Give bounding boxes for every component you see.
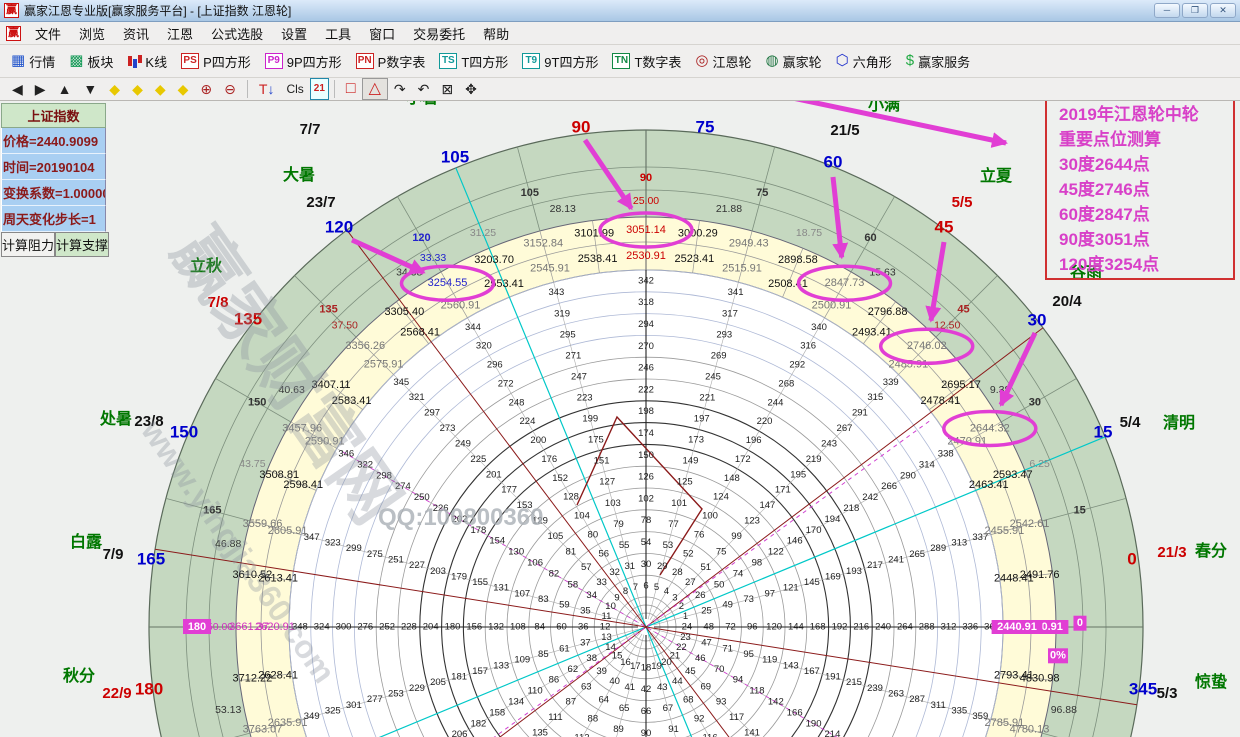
toolbar-label: 江恩轮 — [713, 52, 752, 71]
t-table-icon: TN — [612, 53, 630, 69]
toolbar-label: 赢家轮 — [783, 52, 822, 71]
menu-item-1[interactable]: 浏览 — [70, 22, 114, 45]
diam-left-icon[interactable]: ◆ — [103, 79, 126, 99]
toolbar-label: P数字表 — [378, 52, 426, 71]
toolbar-label: 赢家服务 — [918, 52, 970, 71]
service-icon: $ — [906, 53, 914, 69]
toolbar-label: P四方形 — [203, 52, 251, 71]
kline-icon — [127, 54, 141, 69]
back-icon[interactable]: ◀ — [6, 79, 29, 99]
main-toolbar: ▦行情▩板块K线PSP四方形P99P四方形PNP数字表TST四方形T99T四方形… — [0, 45, 1240, 78]
info-row-0: 价格=2440.9099 — [1, 128, 106, 154]
toolbar-separator — [334, 80, 335, 98]
diam-right-icon[interactable]: ◆ — [126, 79, 149, 99]
menu-item-6[interactable]: 工具 — [316, 22, 360, 45]
up-icon[interactable]: ▲ — [52, 79, 78, 99]
zoom-out-icon[interactable]: ⊖ — [218, 79, 242, 99]
window-controls: ─ ❐ ✕ — [1154, 3, 1236, 18]
toolbar-label: 行情 — [29, 52, 55, 71]
select-box-icon[interactable]: ⊠ — [435, 79, 459, 99]
info-row-2: 变换系数=1.00000 — [1, 180, 106, 206]
toolbar-button-grid[interactable]: ▦行情 — [4, 49, 62, 74]
toolbar-button-t-square[interactable]: TST四方形 — [432, 49, 515, 74]
gann-wheel-icon: ◎ — [695, 53, 708, 69]
annotation-line-0: 2019年江恩轮中轮 — [1059, 102, 1233, 127]
annotation-line-1: 重要点位测算 — [1059, 127, 1233, 152]
menu-item-0[interactable]: 文件 — [26, 22, 70, 45]
window-title: 赢家江恩专业版[赢家服务平台] - [上证指数 江恩轮] — [24, 2, 291, 19]
toolbar-label: T四方形 — [461, 52, 508, 71]
toolbar-button-p-square[interactable]: PSP四方形 — [174, 49, 258, 74]
toolbar-button-blocks[interactable]: ▩板块 — [62, 49, 120, 74]
calc-resistance-button[interactable]: 计算阻力 — [1, 232, 55, 257]
toolbar-button-t-table[interactable]: TNT数字表 — [605, 49, 688, 74]
diam-up-icon[interactable]: ◆ — [149, 79, 172, 99]
calc-support-button[interactable]: 计算支撑 — [55, 232, 109, 257]
menu-item-5[interactable]: 设置 — [272, 22, 316, 45]
p-table-icon: PN — [356, 53, 374, 69]
app-logo-small: 赢 — [6, 26, 21, 41]
diam-down-icon[interactable]: ◆ — [172, 79, 195, 99]
9p-square-icon: P9 — [265, 53, 283, 69]
toolbar-label: 9T四方形 — [544, 52, 598, 71]
menu-item-2[interactable]: 资讯 — [114, 22, 158, 45]
triangle-tool-icon[interactable]: △ — [362, 78, 388, 100]
t-square-icon: TS — [439, 53, 457, 69]
info-row-3: 周天变化步长=1 — [1, 206, 106, 232]
toolbar-separator — [247, 80, 248, 98]
instrument-name: 上证指数 — [1, 103, 106, 128]
move-tool-icon[interactable]: ✥ — [459, 79, 483, 99]
toolbar-button-hexagon[interactable]: ⬡六角形 — [829, 49, 899, 74]
toolbar-button-kline[interactable]: K线 — [120, 49, 174, 74]
annotation-line-6: 120度3254点 — [1059, 252, 1233, 277]
blocks-icon: ▩ — [69, 53, 83, 69]
toolbar-label: 9P四方形 — [287, 52, 342, 71]
title-bar: 赢 赢家江恩专业版[赢家服务平台] - [上证指数 江恩轮] ─ ❐ ✕ — [0, 0, 1240, 22]
toolbar-button-p-table[interactable]: PNP数字表 — [349, 49, 433, 74]
annotation-line-5: 90度3051点 — [1059, 227, 1233, 252]
instrument-info-panel: 上证指数 价格=2440.9099时间=20190104变换系数=1.00000… — [1, 103, 106, 257]
annotation-box: 2019年江恩轮中轮重要点位测算30度2644点45度2746点60度2847点… — [1045, 88, 1235, 280]
info-row-1: 时间=20190104 — [1, 154, 106, 180]
toolbar-button-9p-square[interactable]: P99P四方形 — [258, 49, 349, 74]
cls-icon[interactable]: Cls — [280, 79, 309, 99]
menu-bar: 赢 文件浏览资讯江恩公式选股设置工具窗口交易委托帮助 — [0, 22, 1240, 45]
toolbar-button-winner-wheel[interactable]: ◍赢家轮 — [759, 49, 829, 74]
close-button[interactable]: ✕ — [1210, 3, 1236, 18]
grid-icon: ▦ — [11, 53, 25, 69]
rect-tool-icon[interactable]: □ — [340, 79, 362, 99]
p-square-icon: PS — [181, 53, 199, 69]
toolbar-label: 板块 — [87, 52, 113, 71]
t-arrow-icon[interactable]: T↓ — [253, 79, 281, 99]
winner-wheel-icon: ◍ — [766, 53, 779, 69]
annotation-line-2: 30度2644点 — [1059, 152, 1233, 177]
toolbar-button-gann-wheel[interactable]: ◎ 江恩轮 — [688, 49, 758, 74]
calendar-icon[interactable]: 21 — [310, 78, 329, 100]
toolbar-button-service[interactable]: $赢家服务 — [899, 49, 977, 74]
toolbar-button-9t-square[interactable]: T99T四方形 — [515, 49, 605, 74]
menu-item-4[interactable]: 公式选股 — [202, 22, 272, 45]
menu-item-8[interactable]: 交易委托 — [404, 22, 474, 45]
rotate-cw-icon[interactable]: ↷ — [388, 79, 412, 99]
9t-square-icon: T9 — [522, 53, 540, 69]
menu-item-9[interactable]: 帮助 — [474, 22, 518, 45]
drawing-toolbar: ◀▶▲▼◆◆◆◆⊕⊖T↓Cls21□△↷↶⊠✥ — [0, 78, 1240, 101]
annotation-line-4: 60度2847点 — [1059, 202, 1233, 227]
menu-item-3[interactable]: 江恩 — [158, 22, 202, 45]
toolbar-label: K线 — [145, 52, 167, 71]
hexagon-icon: ⬡ — [836, 53, 849, 69]
annotation-line-3: 45度2746点 — [1059, 177, 1233, 202]
zoom-in-icon[interactable]: ⊕ — [194, 79, 218, 99]
app-logo: 赢 — [4, 3, 19, 18]
menu-item-7[interactable]: 窗口 — [360, 22, 404, 45]
maximize-button[interactable]: ❐ — [1182, 3, 1208, 18]
toolbar-label: T数字表 — [634, 52, 681, 71]
down-icon[interactable]: ▼ — [77, 79, 103, 99]
forward-icon[interactable]: ▶ — [29, 79, 52, 99]
minimize-button[interactable]: ─ — [1154, 3, 1180, 18]
rotate-ccw-icon[interactable]: ↶ — [412, 79, 436, 99]
toolbar-label: 六角形 — [853, 52, 892, 71]
